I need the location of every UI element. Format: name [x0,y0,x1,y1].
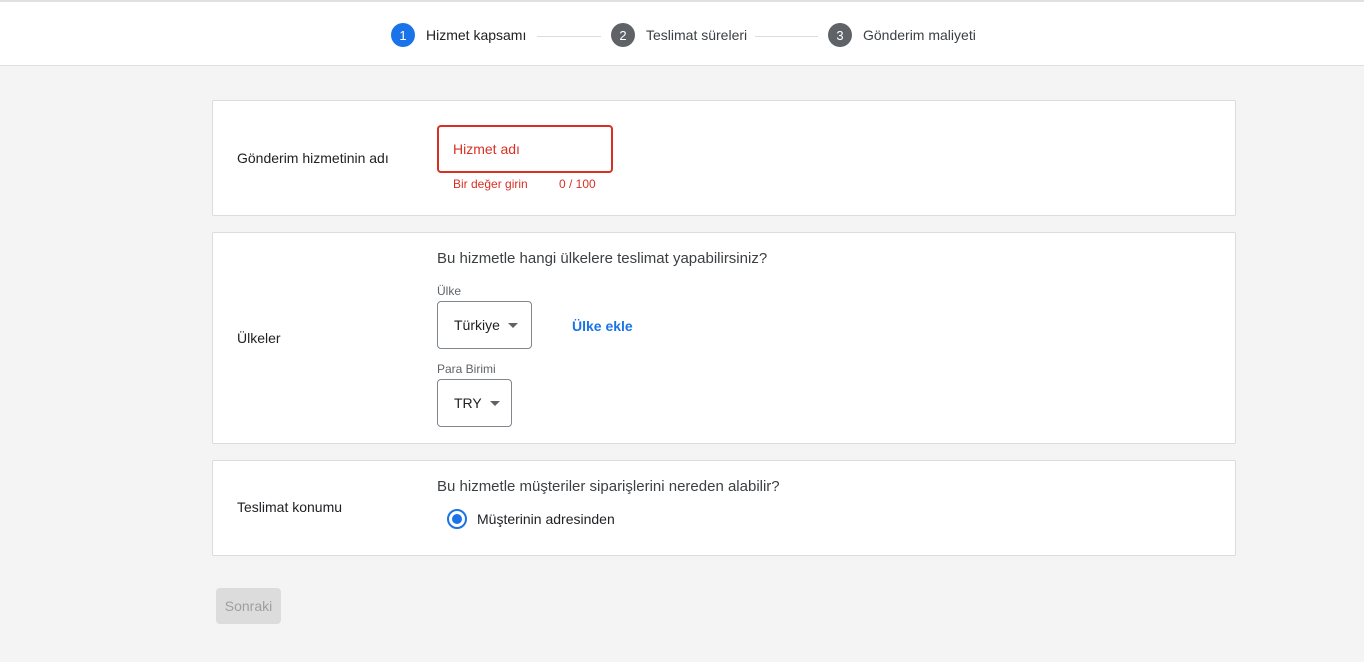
country-field-label: Ülke [437,284,462,298]
step-connector [537,36,601,37]
next-button[interactable]: Sonraki [216,588,281,624]
service-name-label: Gönderim hizmetinin adı [237,150,389,166]
step-label: Gönderim maliyeti [863,27,976,43]
stepper: 1 Hizmet kapsamı 2 Teslimat süreleri 3 G… [0,0,1364,66]
delivery-location-label: Teslimat konumu [237,499,343,515]
service-name-error: Bir değer girin [453,177,528,191]
service-name-input[interactable] [437,125,613,173]
step-number: 1 [391,23,415,47]
step-service-scope[interactable]: 1 Hizmet kapsamı [391,23,526,47]
radio-dot [452,514,462,524]
currency-dropdown[interactable]: TRY [437,379,512,427]
step-delivery-times[interactable]: 2 Teslimat süreleri [611,23,747,47]
customer-address-option[interactable]: Müşterinin adresinden [447,509,615,529]
step-label: Hizmet kapsamı [426,27,527,43]
step-shipping-cost[interactable]: 3 Gönderim maliyeti [828,23,976,47]
service-name-counter: 0 / 100 [559,177,596,191]
add-country-link[interactable]: Ülke ekle [572,318,633,334]
country-dropdown[interactable]: Türkiye [437,301,532,349]
countries-question: Bu hizmetle hangi ülkelere teslimat yapa… [437,250,768,267]
step-connector [755,36,818,37]
country-value: Türkiye [454,317,500,333]
service-name-card: Gönderim hizmetinin adı Bir değer girin … [212,100,1236,216]
step-label: Teslimat süreleri [646,27,748,43]
radio-selected-icon[interactable] [447,509,467,529]
delivery-location-question: Bu hizmetle müşteriler siparişlerini ner… [437,478,780,495]
delivery-location-card: Teslimat konumu Bu hizmetle müşteriler s… [212,460,1236,556]
step-number: 3 [828,23,852,47]
caret-down-icon [507,322,518,328]
currency-value: TRY [454,395,482,411]
step-number: 2 [611,23,635,47]
currency-field-label: Para Birimi [437,362,496,376]
customer-address-label: Müşterinin adresinden [477,511,615,527]
caret-down-icon [489,400,500,406]
countries-label: Ülkeler [237,330,281,346]
countries-card: Ülkeler Bu hizmetle hangi ülkelere tesli… [212,232,1236,444]
